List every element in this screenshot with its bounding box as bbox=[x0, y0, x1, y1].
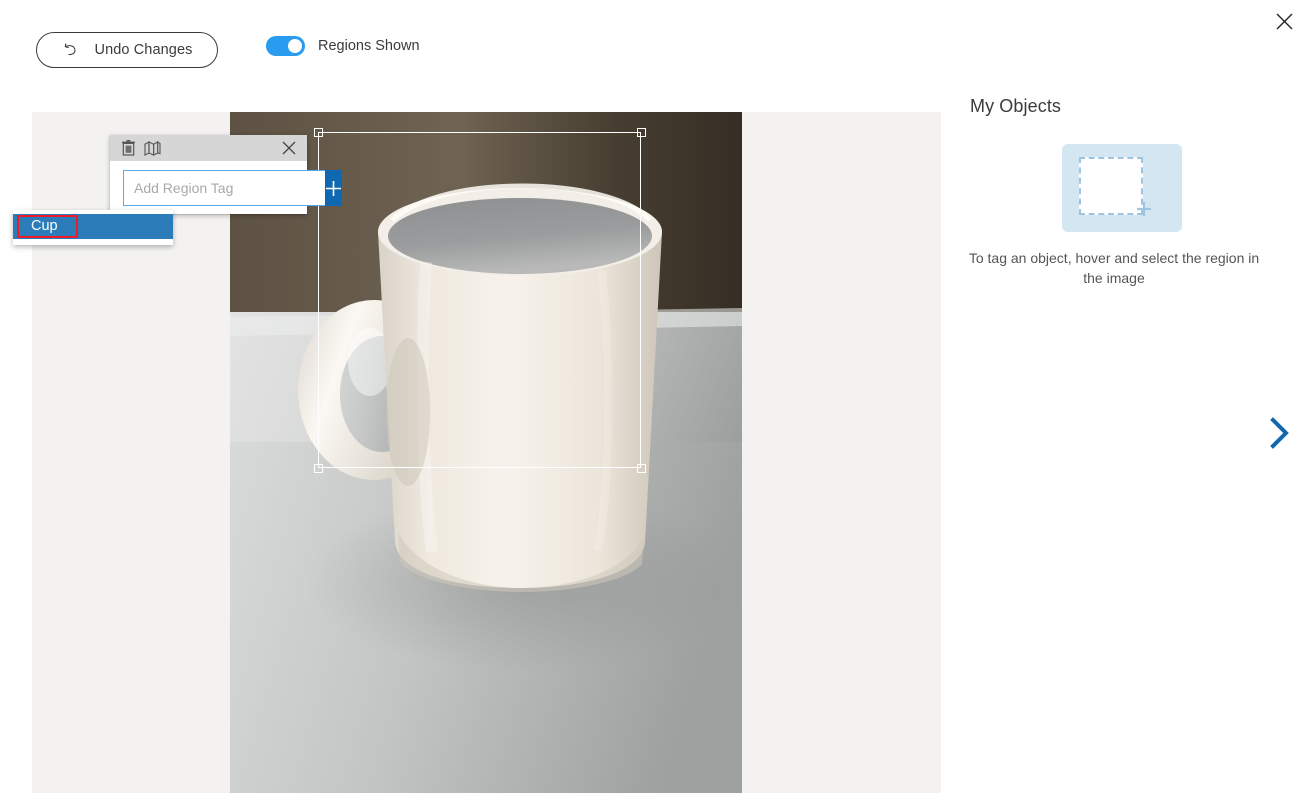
chevron-right-icon bbox=[1270, 417, 1289, 449]
tag-option-label: Cup bbox=[17, 215, 78, 238]
add-region-placeholder-tile[interactable] bbox=[1062, 144, 1182, 232]
copy-regions-button[interactable] bbox=[140, 136, 164, 160]
my-objects-panel: My Objects To tag an object, hover and s… bbox=[957, 96, 1287, 288]
undo-changes-label: Undo Changes bbox=[94, 42, 193, 58]
regions-shown-label: Regions Shown bbox=[318, 38, 420, 54]
plus-icon bbox=[326, 180, 341, 196]
close-icon bbox=[1276, 13, 1292, 29]
my-objects-hint-text: To tag an object, hover and select the r… bbox=[968, 250, 1260, 286]
tagged-image[interactable] bbox=[230, 112, 742, 793]
close-tag-popup-button[interactable] bbox=[277, 136, 301, 160]
undo-arrow-icon bbox=[64, 42, 75, 55]
close-icon bbox=[282, 141, 296, 155]
dashed-region-box-icon bbox=[1079, 157, 1143, 215]
my-objects-title: My Objects bbox=[970, 96, 1062, 116]
undo-changes-button[interactable]: Undo Changes bbox=[36, 32, 218, 68]
region-tag-input[interactable] bbox=[123, 170, 325, 206]
region-tag-popup-header bbox=[110, 135, 307, 161]
region-tag-suggestions: Cup bbox=[13, 210, 173, 245]
delete-region-button[interactable] bbox=[116, 136, 140, 160]
close-window-button[interactable] bbox=[1267, 4, 1301, 38]
toggle-knob bbox=[288, 39, 302, 53]
region-tag-popup bbox=[110, 135, 342, 214]
mug-photo bbox=[230, 112, 742, 793]
tagging-workspace: Undo Changes Regions Shown Add Region Ta… bbox=[0, 0, 1307, 809]
region-tag-input-row bbox=[123, 170, 342, 206]
plus-icon bbox=[1137, 202, 1151, 216]
copy-regions-icon bbox=[143, 140, 161, 156]
regions-toggle-switch[interactable] bbox=[266, 36, 305, 56]
trash-icon bbox=[121, 140, 135, 156]
add-region-tag-button[interactable] bbox=[325, 170, 342, 206]
regions-shown-toggle[interactable]: Regions Shown bbox=[266, 36, 420, 56]
tag-option-cup[interactable]: Cup bbox=[13, 214, 173, 239]
editor-toolbar: Undo Changes Regions Shown bbox=[0, 32, 900, 68]
next-image-button[interactable] bbox=[1262, 413, 1298, 453]
